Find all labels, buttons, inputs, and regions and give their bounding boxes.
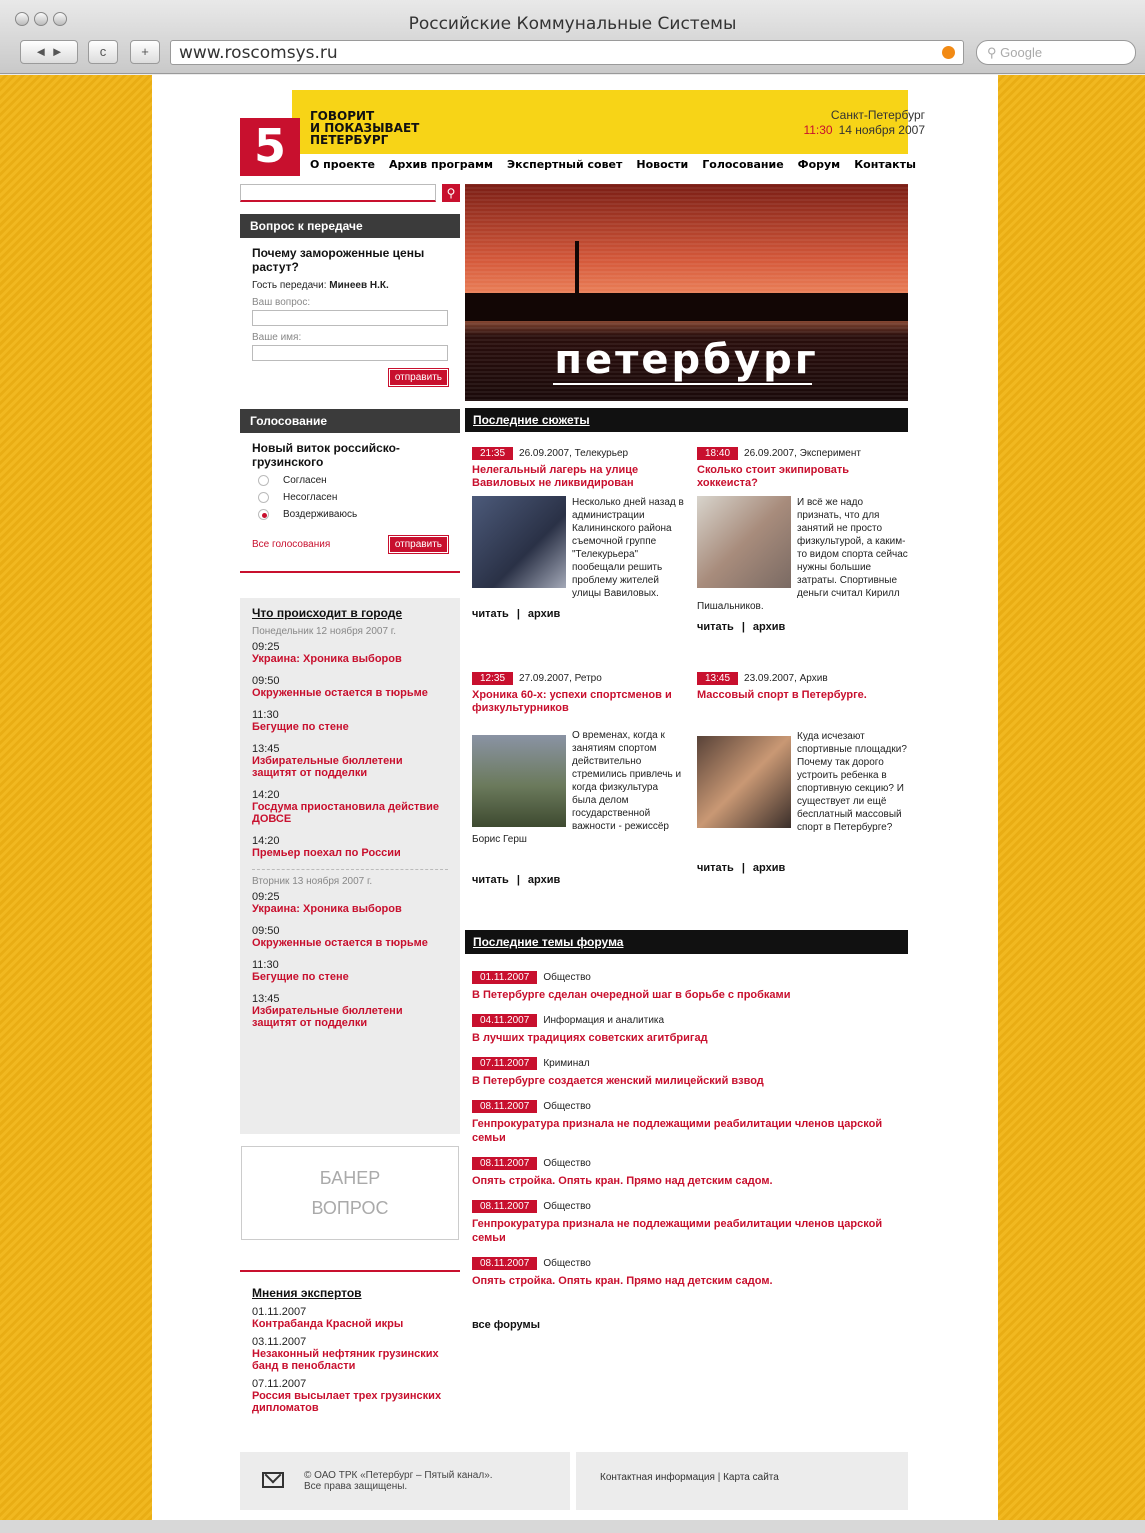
story-card: 12:35 27.09.2007, Ретро Хроника 60-х: усп… bbox=[472, 672, 684, 886]
vote-box: Голосование Новый виток российско-грузин… bbox=[240, 409, 460, 599]
story-title[interactable]: Массовый спорт в Петербурге. bbox=[697, 689, 909, 702]
channel-logo[interactable]: 5 bbox=[240, 118, 300, 176]
address-bar[interactable]: www.roscomsys.ru bbox=[170, 40, 964, 65]
right-background bbox=[998, 75, 1145, 1520]
vote-option[interactable]: Согласен bbox=[258, 475, 442, 486]
slogan: ГОВОРИТ И ПОКАЗЫВАЕТ ПЕТЕРБУРГ bbox=[310, 109, 420, 147]
radio-icon bbox=[258, 475, 269, 486]
event-item: 09:50 Окруженные остается в тюрьме bbox=[252, 675, 428, 699]
browser-bottom bbox=[0, 1520, 1145, 1533]
archive-link[interactable]: архив bbox=[528, 874, 560, 886]
forum-item: 08.11.2007 Общество Генпрокуратура признал… bbox=[472, 1100, 883, 1144]
story-card: 21:35 26.09.2007, Телекурьер Нелегальный … bbox=[472, 447, 684, 620]
forum-item: 08.11.2007 Общество Опять стройка. Опять к… bbox=[472, 1157, 773, 1187]
search-input[interactable] bbox=[240, 184, 436, 202]
nav-voting[interactable]: Голосование bbox=[702, 158, 783, 171]
expert-item: 03.11.2007 Незаконный нефтяник грузинских… bbox=[252, 1336, 439, 1372]
forum-item: 08.11.2007 Общество Опять стройка. Опять к… bbox=[472, 1257, 773, 1287]
event-item: 14:20 Госдума приостановила действие ДОВС… bbox=[252, 789, 440, 825]
question-input[interactable] bbox=[252, 310, 448, 326]
nav-contacts[interactable]: Контакты bbox=[854, 158, 916, 171]
experts-box: Мнения экспертов 01.11.2007 Контрабанда К… bbox=[240, 1270, 460, 1440]
hero-text: петербург bbox=[554, 337, 819, 383]
name-input[interactable] bbox=[252, 345, 448, 361]
top-nav: О проекте Архив программ Экспертный сове… bbox=[310, 158, 916, 171]
question-title: Почему замороженные цены растут? bbox=[252, 246, 425, 274]
event-item: 09:25 Украина: Хроника выборов bbox=[252, 891, 402, 915]
archive-link[interactable]: архив bbox=[753, 862, 785, 874]
archive-link[interactable]: архив bbox=[528, 608, 560, 620]
all-votes-link[interactable]: Все голосования bbox=[252, 539, 330, 550]
forum-item: 07.11.2007 Криминал В Петербурге создается… bbox=[472, 1057, 764, 1087]
event-item: 13:45 Избирательные бюллетени защитят от … bbox=[252, 743, 403, 779]
mail-icon[interactable] bbox=[262, 1472, 284, 1488]
vote-title: Новый виток российско-грузинского bbox=[252, 441, 400, 469]
read-link[interactable]: читать bbox=[472, 608, 509, 620]
expert-item: 01.11.2007 Контрабанда Красной икры bbox=[252, 1306, 404, 1330]
story-card: 13:45 23.09.2007, Архив Массовый спорт в … bbox=[697, 672, 909, 874]
city-datetime: Санкт-Петербург 11:30 14 ноября 2007 bbox=[803, 108, 925, 137]
event-item: 13:45 Избирательные бюллетени защитят от … bbox=[252, 993, 403, 1029]
window-title: Российские Коммунальные Системы bbox=[408, 14, 737, 34]
copyright: © ОАО ТРК «Петербург – Пятый канал». Все … bbox=[304, 1470, 493, 1492]
sitemap-link[interactable]: Карта сайта bbox=[723, 1472, 779, 1483]
send-vote-button[interactable]: отправить bbox=[387, 535, 450, 554]
event-item: 09:25 Украина: Хроника выборов bbox=[252, 641, 402, 665]
city-events-title: Что происходит в городе bbox=[252, 606, 403, 620]
latest-stories-title[interactable]: Последние сюжеты bbox=[465, 408, 908, 432]
experts-title: Мнения экспертов bbox=[252, 1286, 362, 1300]
browser-search-input[interactable]: ⚲ Google bbox=[976, 40, 1136, 65]
story-title[interactable]: Хроника 60-х: успехи спортсменов и физку… bbox=[472, 689, 684, 715]
event-item: 09:50 Окруженные остается в тюрьме bbox=[252, 925, 428, 949]
nav-about[interactable]: О проекте bbox=[310, 158, 375, 171]
radio-icon bbox=[258, 509, 269, 520]
story-image[interactable] bbox=[472, 496, 566, 588]
nav-archive[interactable]: Архив программ bbox=[389, 158, 493, 171]
event-item: 11:30 Бегущие по стене bbox=[252, 959, 349, 983]
site-search: ⚲ bbox=[240, 184, 460, 202]
nav-forum[interactable]: Форум bbox=[798, 158, 841, 171]
guest-name: Минеев Н.К. bbox=[329, 280, 389, 291]
expert-item: 07.11.2007 Россия высылает трех грузински… bbox=[252, 1378, 442, 1414]
question-box: Вопрос к передаче Почему замороженные це… bbox=[240, 214, 460, 402]
all-forums-link[interactable]: все форумы bbox=[472, 1318, 902, 1332]
story-image[interactable] bbox=[697, 736, 791, 828]
footer-links: Контактная информация | Карта сайта bbox=[600, 1472, 779, 1483]
browser-chrome: Российские Коммунальные Системы ◄ ► c + … bbox=[0, 0, 1145, 74]
send-question-button[interactable]: отправить bbox=[387, 368, 450, 387]
forum-item: 04.11.2007 Информация и аналитика В лучших… bbox=[472, 1014, 708, 1044]
story-image[interactable] bbox=[472, 735, 566, 827]
hero-banner[interactable]: петербург bbox=[465, 184, 908, 401]
vote-box-title: Голосование bbox=[240, 409, 460, 433]
add-bookmark-button[interactable]: + bbox=[130, 40, 160, 64]
nav-news[interactable]: Новости bbox=[636, 158, 688, 171]
story-card: 18:40 26.09.2007, Эксперимент Сколько сто… bbox=[697, 447, 909, 633]
radio-icon bbox=[258, 492, 269, 503]
reload-button[interactable]: c bbox=[88, 40, 118, 64]
forum-title[interactable]: Последние темы форума bbox=[465, 930, 908, 954]
question-box-title: Вопрос к передаче bbox=[240, 214, 460, 238]
story-title[interactable]: Нелегальный лагерь на улице Вавиловых не… bbox=[472, 464, 684, 490]
banner-placeholder[interactable]: БАНЕР ВОПРОС bbox=[241, 1146, 459, 1240]
vote-option[interactable]: Воздерживаюсь bbox=[258, 509, 442, 520]
story-image[interactable] bbox=[697, 496, 791, 588]
story-title[interactable]: Сколько стоит экипировать хоккеиста? bbox=[697, 464, 909, 490]
event-item: 14:20 Премьер поехал по России bbox=[252, 835, 401, 859]
forum-item: 01.11.2007 Общество В Петербурге сделан оч… bbox=[472, 971, 791, 1001]
read-link[interactable]: читать bbox=[472, 874, 509, 886]
vote-option[interactable]: Несогласен bbox=[258, 492, 442, 503]
event-item: 11:30 Бегущие по стене bbox=[252, 709, 349, 733]
forum-item: 08.11.2007 Общество Генпрокуратура признал… bbox=[472, 1200, 883, 1244]
forum-list: 01.11.2007 Общество В Петербурге сделан оч… bbox=[472, 971, 902, 1332]
read-link[interactable]: читать bbox=[697, 621, 734, 633]
rss-icon[interactable] bbox=[942, 46, 955, 59]
city-events: Что происходит в городе Понедельник 12 н… bbox=[240, 598, 460, 1134]
back-forward-button[interactable]: ◄ ► bbox=[20, 40, 78, 64]
archive-link[interactable]: архив bbox=[753, 621, 785, 633]
search-icon[interactable]: ⚲ bbox=[442, 184, 460, 202]
nav-experts[interactable]: Экспертный совет bbox=[507, 158, 622, 171]
read-link[interactable]: читать bbox=[697, 862, 734, 874]
left-background bbox=[0, 75, 152, 1520]
contact-link[interactable]: Контактная информация bbox=[600, 1472, 715, 1483]
